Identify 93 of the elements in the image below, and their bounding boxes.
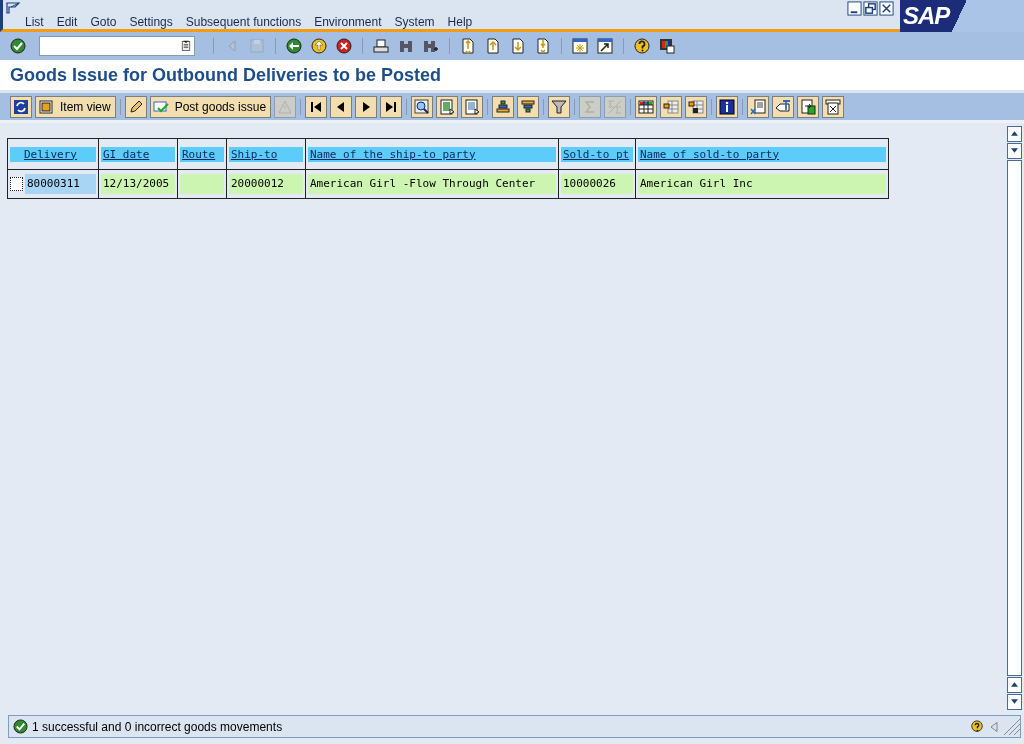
information-icon: [719, 98, 736, 115]
menu-item[interactable]: List: [22, 14, 51, 29]
column-header[interactable]: Route: [180, 146, 224, 162]
spreadsheet-icon: [750, 98, 767, 115]
scroll-down-icon[interactable]: [1011, 148, 1018, 153]
scroll-up-icon[interactable]: [1011, 682, 1018, 687]
post-icon: [152, 98, 169, 115]
column-header[interactable]: GI date: [101, 146, 175, 162]
refresh-button[interactable]: [10, 95, 32, 118]
table-cell: 12/13/2005: [101, 174, 175, 194]
shortcut-icon[interactable]: [597, 38, 613, 54]
pencil-icon: [127, 98, 144, 115]
information-button[interactable]: [716, 95, 739, 118]
column-header[interactable]: Sold-to pt: [561, 146, 633, 162]
column-header[interactable]: Ship-to: [229, 146, 303, 162]
row-checkbox[interactable]: [10, 177, 23, 191]
sort-descending-button[interactable]: [517, 95, 540, 118]
pencil-button[interactable]: [124, 95, 147, 118]
menu-item[interactable]: Subsequent functions: [182, 14, 309, 29]
dropdown-list-icon: [180, 40, 192, 52]
scroll-down-icon[interactable]: [1011, 699, 1018, 704]
system-menu-icon[interactable]: [6, 1, 22, 14]
cancel-icon[interactable]: [336, 38, 352, 54]
sap-logo: SAP: [900, 0, 1024, 32]
first-page-icon[interactable]: [460, 38, 476, 54]
status-message: 1 successful and 0 incorrect goods movements: [32, 719, 283, 734]
export-icon: [800, 98, 817, 115]
last-button[interactable]: [380, 95, 403, 118]
search-icon: [414, 98, 431, 115]
previous-button[interactable]: [330, 95, 353, 118]
search-button[interactable]: [411, 95, 434, 118]
choose-layout-button[interactable]: [660, 95, 683, 118]
new-session-icon[interactable]: [572, 38, 588, 54]
resize-grip-icon[interactable]: [1004, 718, 1020, 735]
local-file-button[interactable]: [822, 95, 845, 118]
help-icon[interactable]: [634, 38, 650, 54]
sort-ascending-button[interactable]: [492, 95, 515, 118]
find-next-icon[interactable]: [423, 38, 439, 54]
menu-item[interactable]: Edit: [53, 14, 85, 29]
toolbar-button[interactable]: Post goods issue: [149, 95, 272, 118]
table-cell: 20000012: [229, 174, 303, 194]
document-icon: [464, 98, 481, 115]
print-icon[interactable]: [373, 38, 389, 54]
menu-item[interactable]: Goto: [87, 14, 124, 29]
layout-grid-button[interactable]: [635, 95, 658, 118]
help-icon[interactable]: [970, 719, 984, 734]
vertical-scrollbar[interactable]: [1007, 126, 1022, 712]
filter-button[interactable]: [548, 95, 571, 118]
restore-icon[interactable]: [863, 0, 878, 16]
table-cell: American Girl -Flow Through Center: [308, 174, 556, 194]
local-file-icon: [825, 98, 842, 115]
next-page-icon[interactable]: [510, 38, 526, 54]
detail-icon: [38, 98, 54, 115]
column-header[interactable]: Name of the ship-to party: [308, 146, 556, 162]
next-button[interactable]: [355, 95, 378, 118]
save-layout-icon: [688, 98, 705, 115]
menu-item[interactable]: System: [391, 14, 442, 29]
scroll-up-icon[interactable]: [1011, 131, 1018, 136]
find-icon[interactable]: [398, 38, 414, 54]
back-icon[interactable]: [286, 38, 302, 54]
sort-descending-icon: [520, 98, 537, 115]
last-page-icon[interactable]: [535, 38, 551, 54]
document-button[interactable]: [436, 95, 459, 118]
command-field[interactable]: [39, 36, 195, 56]
screen-title: Goods Issue for Outbound Deliveries to be Posted: [10, 64, 442, 86]
table-cell: 80000311: [25, 174, 96, 194]
filter-icon: [551, 98, 568, 115]
first-button[interactable]: [305, 95, 328, 118]
export-button[interactable]: [797, 95, 820, 118]
toolbar-button[interactable]: Item view: [35, 95, 116, 118]
save-layout-button[interactable]: [685, 95, 708, 118]
warning-icon: [277, 98, 294, 115]
previous-page-icon[interactable]: [485, 38, 501, 54]
document-icon: [439, 98, 456, 115]
choose-layout-icon: [663, 98, 680, 115]
menu-item[interactable]: Help: [444, 14, 480, 29]
monitor-icon[interactable]: [659, 38, 675, 54]
document-button[interactable]: [461, 95, 484, 118]
subtotal-icon: [607, 98, 624, 115]
minimize-icon[interactable]: [847, 0, 862, 16]
table-cell: 10000026: [561, 174, 633, 194]
menu-item[interactable]: Settings: [126, 14, 180, 29]
close-icon[interactable]: [879, 0, 894, 16]
table-cell: American Girl Inc: [638, 174, 886, 194]
column-header[interactable]: Name of sold-to party: [638, 146, 886, 162]
layout-grid-icon: [638, 98, 655, 115]
menu-item[interactable]: Environment: [311, 14, 389, 29]
spreadsheet-button[interactable]: [747, 95, 770, 118]
exit-icon[interactable]: [311, 38, 327, 54]
refresh-icon: [13, 98, 29, 115]
column-header[interactable]: Delivery: [10, 146, 96, 162]
sort-ascending-icon: [495, 98, 512, 115]
enter-icon[interactable]: [10, 38, 26, 54]
